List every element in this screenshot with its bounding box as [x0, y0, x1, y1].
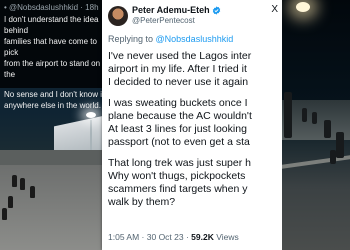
left-tweet-handle: • @Nobsdaslushhkid · 18h [4, 3, 99, 12]
tweet-line: That long trek was just super h [108, 157, 251, 169]
waiting-person [302, 108, 307, 122]
waiting-person [20, 178, 25, 190]
waiting-person [30, 186, 35, 198]
tweet-line: scammers find targets when y [108, 183, 248, 195]
tweet-line: At least 3 lines for just looking [108, 123, 247, 135]
waiting-person [336, 132, 344, 158]
author-handle[interactable]: @PeterPentecost [132, 16, 195, 25]
tweet-line: passport (not to even get a sta [108, 136, 250, 148]
tweet-line: Why won't thugs, pickpockets [108, 170, 246, 182]
views-label: Views [216, 232, 239, 242]
tweet-line: I decided to never use it again [108, 76, 249, 88]
tweet-card[interactable]: Peter Ademu-Eteh @PeterPentecost X Reply… [102, 0, 282, 250]
x-close-icon[interactable]: X [271, 4, 278, 15]
tweet-line: walk by them? [108, 196, 176, 208]
waiting-person [312, 112, 317, 124]
replying-to: Replying to @Nobsdaslushhkid [108, 34, 233, 44]
display-name[interactable]: Peter Ademu-Eteh [132, 5, 210, 15]
standing-person [284, 92, 292, 138]
waiting-person [324, 120, 331, 138]
street-light [86, 112, 96, 118]
tweet-body: I've never used the Lagos inter airport … [108, 50, 282, 217]
tweet-paragraph: I've never used the Lagos inter airport … [108, 50, 282, 89]
verified-badge-icon [212, 5, 220, 15]
waiting-person [8, 196, 13, 208]
replying-prefix: Replying to [108, 34, 156, 44]
tweet-line: airport in my life. After I tried it [108, 63, 247, 75]
left-tweet-line: from the airport to stand on the [4, 59, 101, 79]
left-tweet-line: I don't understand the idea behind [4, 15, 99, 35]
left-tweet-text: I don't understand the idea behind famil… [4, 14, 108, 80]
tweet-line: plane because the AC wouldn't [108, 110, 252, 122]
author-row: Peter Ademu-Eteh [132, 5, 221, 15]
right-photo-panel [282, 0, 350, 250]
tweet-date[interactable]: 30 Oct 23 [147, 232, 184, 242]
waiting-person [2, 208, 7, 220]
tweet-meta: 1:05 AM · 30 Oct 23 · 59.2K Views [108, 232, 239, 242]
tweet-line: I was sweating buckets once I [108, 97, 248, 109]
tweet-paragraph: I was sweating buckets once I plane beca… [108, 97, 282, 149]
waiting-person [330, 150, 336, 164]
left-photo-panel: • @Nobsdaslushhkid · 18h I don't underst… [0, 0, 112, 250]
left-tweet-overlay: • @Nobsdaslushhkid · 18h I don't underst… [0, 0, 112, 110]
left-tweet-text-2: No sense and I don't know it anywhere el… [4, 89, 108, 111]
avatar[interactable] [108, 6, 128, 26]
tweet-line: I've never used the Lagos inter [108, 50, 252, 62]
tweet-paragraph: That long trek was just super h Why won'… [108, 157, 282, 209]
views-count: 59.2K [191, 232, 214, 242]
tweet-time[interactable]: 1:05 AM [108, 232, 139, 242]
left-tweet-line: families that have come to pick [4, 37, 97, 57]
street-light [296, 2, 310, 12]
left-tweet-line: No sense and I don't know it [4, 90, 105, 99]
left-tweet-line: anywhere else in the world. [4, 101, 101, 110]
replying-mention-link[interactable]: @Nobsdaslushhkid [156, 34, 234, 44]
waiting-person [12, 175, 17, 187]
